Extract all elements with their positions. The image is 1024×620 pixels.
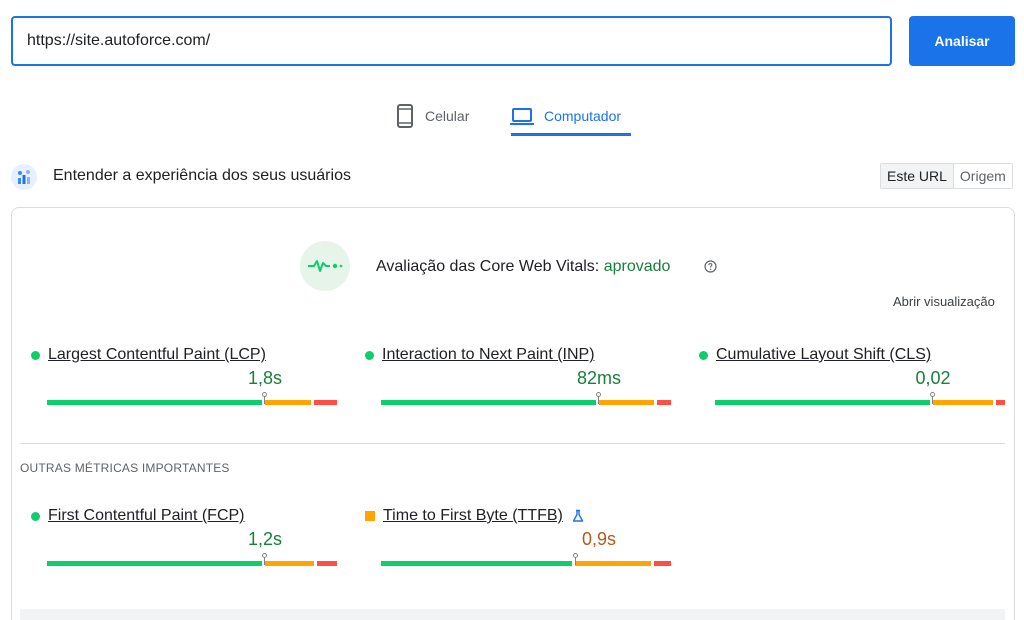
metric-value-lcp: 1,8s <box>247 368 283 388</box>
distribution-bar <box>381 392 671 405</box>
metric-label-cls[interactable]: Cumulative Layout Shift (CLS) <box>716 346 931 364</box>
good-status-icon <box>31 511 40 521</box>
good-segment <box>47 561 262 566</box>
good-segment <box>47 400 262 405</box>
section-header: Entender a experiência dos seus usuários… <box>0 163 1024 191</box>
good-segment <box>715 400 930 405</box>
laptop-icon <box>510 108 534 125</box>
pulse-icon <box>300 241 350 291</box>
needs-improvement-status-icon <box>365 511 375 521</box>
metric-cls: Cumulative Layout Shift (CLS) 0,02 <box>699 346 1009 416</box>
good-status-icon <box>365 350 374 360</box>
analyze-button[interactable]: Analisar <box>909 16 1015 66</box>
url-origin-toggle: Este URL Origem <box>880 163 1013 189</box>
poor-segment <box>313 400 337 405</box>
needs-improvement-segment <box>264 400 311 405</box>
cwv-assessment: Avaliação das Core Web Vitals: aprovado <box>376 258 670 276</box>
metric-ttfb: Time to First Byte (TTFB) 0,9s <box>365 507 675 577</box>
distribution-bar <box>381 553 671 566</box>
good-segment <box>381 561 573 566</box>
distribution-bar <box>47 392 337 405</box>
url-input[interactable] <box>11 16 892 66</box>
tab-desktop[interactable]: Computador <box>510 96 621 136</box>
good-status-icon <box>699 350 708 360</box>
needs-improvement-segment <box>598 400 654 405</box>
user-experience-icon <box>11 164 37 190</box>
distribution-bar <box>47 553 337 566</box>
tab-mobile-label: Celular <box>425 108 470 124</box>
other-metrics-title: OUTRAS MÉTRICAS IMPORTANTES <box>20 461 230 475</box>
metric-label-inp[interactable]: Interaction to Next Paint (INP) <box>382 346 595 364</box>
cwv-assessment-label: Avaliação das Core Web Vitals: <box>376 258 604 275</box>
metric-value-cls: 0,02 <box>915 368 951 388</box>
flask-icon <box>572 509 584 522</box>
metric-lcp: Largest Contentful Paint (LCP) 1,8s <box>31 346 341 416</box>
tab-mobile[interactable]: Celular <box>395 96 469 136</box>
metric-label-fcp[interactable]: First Contentful Paint (FCP) <box>48 507 245 525</box>
section-divider <box>20 443 1005 444</box>
needs-improvement-segment <box>575 561 651 566</box>
tab-desktop-label: Computador <box>544 108 622 124</box>
needs-improvement-segment <box>932 400 994 405</box>
cwv-assessment-status: aprovado <box>603 258 671 275</box>
poor-segment <box>656 400 671 405</box>
metric-fcp: First Contentful Paint (FCP) 1,2s <box>31 507 341 577</box>
metric-value-inp: 82ms <box>576 368 621 388</box>
toggle-this-url[interactable]: Este URL <box>881 164 954 188</box>
distribution-bar <box>715 392 1005 405</box>
poor-segment <box>653 561 671 566</box>
good-status-icon <box>31 350 40 360</box>
metric-value-ttfb: 0,9s <box>581 529 617 549</box>
device-tabs: Celular Computador <box>0 96 1024 138</box>
good-segment <box>381 400 596 405</box>
poor-segment <box>316 561 337 566</box>
metric-value-fcp: 1,2s <box>247 529 283 549</box>
poor-segment <box>996 400 1005 405</box>
toggle-origin[interactable]: Origem <box>953 164 1012 188</box>
metric-label-ttfb[interactable]: Time to First Byte (TTFB) <box>383 507 563 525</box>
collapsed-panel <box>20 609 1005 620</box>
needs-improvement-segment <box>264 561 314 566</box>
percentile-marker <box>930 392 935 404</box>
percentile-marker <box>596 392 601 404</box>
percentile-marker <box>262 553 267 565</box>
section-title: Entender a experiência dos seus usuários <box>53 167 351 184</box>
expand-view-link[interactable]: Abrir visualização <box>893 294 995 309</box>
smartphone-icon <box>397 104 413 128</box>
metric-label-lcp[interactable]: Largest Contentful Paint (LCP) <box>48 346 266 364</box>
metric-inp: Interaction to Next Paint (INP) 82ms <box>365 346 675 416</box>
percentile-marker <box>572 553 578 565</box>
percentile-marker <box>262 392 267 404</box>
help-circle-icon[interactable] <box>704 260 717 273</box>
active-tab-indicator <box>511 133 631 136</box>
